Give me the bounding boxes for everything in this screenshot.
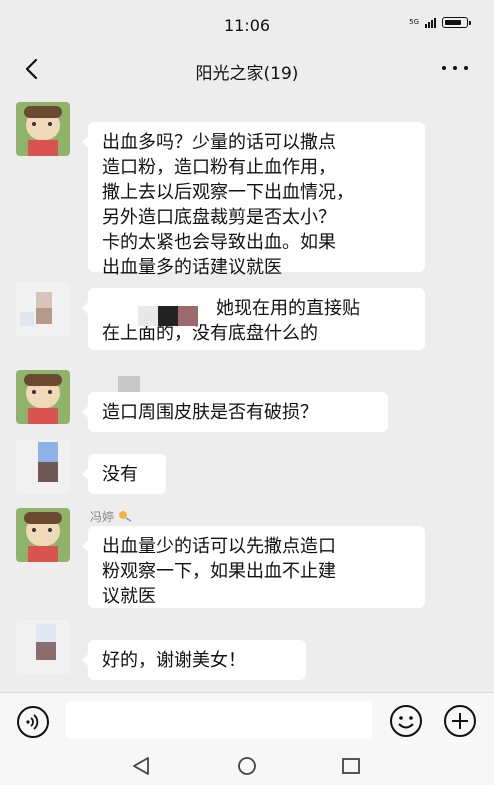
network-label: 5G bbox=[409, 18, 419, 26]
avatar[interactable] bbox=[16, 620, 70, 674]
message-line: 造口周围皮肤是否有破损？ bbox=[102, 402, 318, 423]
more-dots-icon[interactable] bbox=[442, 66, 468, 72]
message-list[interactable]: 出血多吗？少量的话可以撒点 造口粉，造口粉有止血作用， 撒上去以后观察一下出血情… bbox=[0, 90, 494, 690]
message-line: 粉观察一下，如果出血不止建 bbox=[102, 561, 336, 582]
message-item: 她现在用的直接贴 在上面的，没有底盘什么的 bbox=[0, 280, 494, 350]
battery-icon bbox=[442, 17, 471, 28]
message-line: 造口粉，造口粉有止血作用， bbox=[102, 157, 336, 178]
message-line: 卡的太紧也会导致出血。如果 bbox=[102, 232, 336, 253]
status-icons: 5G bbox=[409, 17, 471, 28]
avatar[interactable] bbox=[16, 440, 70, 494]
lollipop-icon bbox=[118, 511, 132, 522]
message-line: 撒上去以后观察一下出血情况， bbox=[102, 182, 354, 203]
message-line: 另外造口底盘裁剪是否太小？ bbox=[102, 207, 336, 228]
nav-back-icon[interactable] bbox=[130, 756, 152, 776]
signal-bar bbox=[431, 19, 433, 28]
message-bubble[interactable]: 出血量少的话可以先撒点造口 粉观察一下，如果出血不止建 议就医 bbox=[82, 526, 425, 608]
emoji-icon[interactable] bbox=[388, 703, 424, 739]
message-item: 冯婷 出血量少的话可以先撒点造口 粉观察一下，如果出血不止建 议就医 bbox=[0, 508, 494, 608]
message-bubble[interactable]: 没有 bbox=[82, 454, 166, 494]
plus-icon[interactable] bbox=[442, 703, 478, 739]
title-bar: 阳光之家(19) bbox=[0, 50, 494, 90]
signal-bar bbox=[434, 17, 436, 28]
input-bar bbox=[0, 692, 494, 745]
redacted-patch bbox=[158, 306, 178, 326]
signal-bar bbox=[425, 23, 427, 28]
avatar[interactable] bbox=[16, 508, 70, 562]
status-bar: 11:06 5G bbox=[0, 0, 494, 50]
message-bubble[interactable]: 造口周围皮肤是否有破损？ bbox=[82, 392, 388, 432]
signal-icon bbox=[425, 17, 436, 28]
message-item: 没有 bbox=[0, 438, 494, 494]
message-bubble[interactable]: 出血多吗？少量的话可以撒点 造口粉，造口粉有止血作用， 撒上去以后观察一下出血情… bbox=[82, 122, 425, 278]
battery-level-fill bbox=[445, 20, 461, 25]
avatar[interactable] bbox=[16, 370, 70, 424]
message-line: 好的，谢谢美女！ bbox=[102, 650, 246, 671]
sender-name: 冯婷 bbox=[90, 508, 132, 525]
message-item: 造口周围皮肤是否有破损？ bbox=[0, 370, 494, 432]
redacted-patch bbox=[178, 306, 198, 326]
voice-icon[interactable] bbox=[16, 705, 50, 739]
message-item: 出血多吗？少量的话可以撒点 造口粉，造口粉有止血作用， 撒上去以后观察一下出血情… bbox=[0, 100, 494, 278]
message-line: 出血多吗？少量的话可以撒点 bbox=[102, 132, 336, 153]
avatar[interactable] bbox=[16, 282, 70, 336]
navigation-bar bbox=[0, 744, 494, 785]
message-bubble[interactable]: 好的，谢谢美女！ bbox=[82, 640, 306, 680]
message-line: 出血量多的话建议就医 bbox=[102, 257, 282, 278]
signal-bar bbox=[428, 21, 430, 28]
message-bubble[interactable]: 她现在用的直接贴 在上面的，没有底盘什么的 bbox=[82, 288, 425, 350]
message-line: 没有 bbox=[102, 464, 138, 485]
message-input[interactable] bbox=[66, 701, 372, 739]
chat-title: 阳光之家(19) bbox=[195, 64, 299, 84]
avatar[interactable] bbox=[16, 102, 70, 156]
nav-recent-icon[interactable] bbox=[341, 756, 361, 776]
message-item: 好的，谢谢美女！ bbox=[0, 620, 494, 680]
nav-home-icon[interactable] bbox=[236, 756, 258, 776]
message-line: 出血量少的话可以先撒点造口 bbox=[102, 536, 336, 557]
redacted-patch bbox=[138, 306, 158, 326]
message-line: 议就医 bbox=[102, 586, 156, 607]
